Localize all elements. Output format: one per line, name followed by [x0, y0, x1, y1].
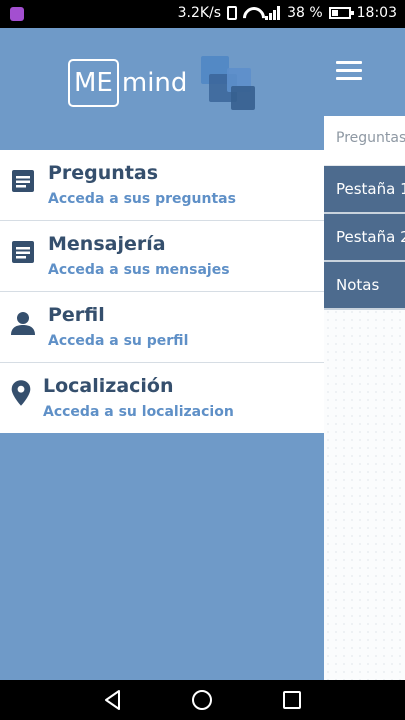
battery-percentage: 38 % [287, 5, 323, 21]
menu-item-title: Mensajería [48, 233, 166, 255]
logo-me: ME [68, 59, 119, 107]
clock: 18:03 [356, 5, 397, 21]
network-speed: 3.2K/s [177, 5, 222, 21]
menu-item-perfil[interactable]: Perfil Acceda a su perfil [0, 292, 324, 363]
person-icon [11, 312, 35, 335]
status-bar: 3.2K/s 38 % 18:03 [0, 0, 405, 28]
home-icon[interactable] [190, 688, 214, 712]
menu-item-localizacion[interactable]: Localización Acceda a su localizacion [0, 363, 324, 433]
menu-item-preguntas[interactable]: Preguntas Acceda a sus preguntas [0, 150, 324, 221]
main-content: Preguntas Pestaña 1 Pestaña 2 Notas [324, 28, 405, 680]
vibrate-icon [227, 6, 238, 20]
menu-item-subtitle: Acceda a sus preguntas [48, 191, 236, 207]
battery-level [331, 10, 339, 16]
location-pin-icon [11, 380, 31, 406]
back-icon[interactable] [101, 688, 125, 712]
search-input[interactable]: Preguntas [324, 116, 405, 166]
menu-item-subtitle: Acceda a su perfil [48, 333, 189, 349]
tab-notas[interactable]: Notas [324, 262, 405, 310]
document-icon [12, 170, 34, 192]
tab-pestana-1[interactable]: Pestaña 1 [324, 166, 405, 214]
battery-icon [328, 7, 354, 19]
recent-apps-icon[interactable] [280, 688, 304, 712]
navigation-drawer: ME mind Preguntas Acceda a sus preguntas [0, 28, 324, 680]
menu-item-mensajeria[interactable]: Mensajería Acceda a sus mensajes [0, 221, 324, 292]
drawer-menu: Preguntas Acceda a sus preguntas Mensaje… [0, 150, 324, 433]
app-notification-icon [10, 7, 24, 21]
menu-item-title: Perfil [48, 304, 105, 326]
hamburger-menu-icon[interactable] [336, 61, 362, 81]
logo-mind: mind [121, 68, 188, 98]
main-toolbar [324, 28, 405, 116]
document-icon [12, 241, 34, 263]
menu-item-title: Localización [43, 375, 174, 397]
drawer-header: ME mind [0, 28, 324, 150]
menu-item-title: Preguntas [48, 162, 159, 184]
tab-pestana-2[interactable]: Pestaña 2 [324, 214, 405, 262]
menu-item-subtitle: Acceda a sus mensajes [48, 262, 230, 278]
wifi-icon [243, 7, 259, 19]
app-logo: ME mind [68, 59, 187, 107]
menu-item-subtitle: Acceda a su localizacion [43, 404, 234, 420]
status-indicators: 3.2K/s 38 % 18:03 [178, 5, 397, 21]
signal-icon [265, 6, 281, 20]
logo-cubes-icon [201, 56, 257, 112]
system-navigation-bar [0, 680, 405, 720]
